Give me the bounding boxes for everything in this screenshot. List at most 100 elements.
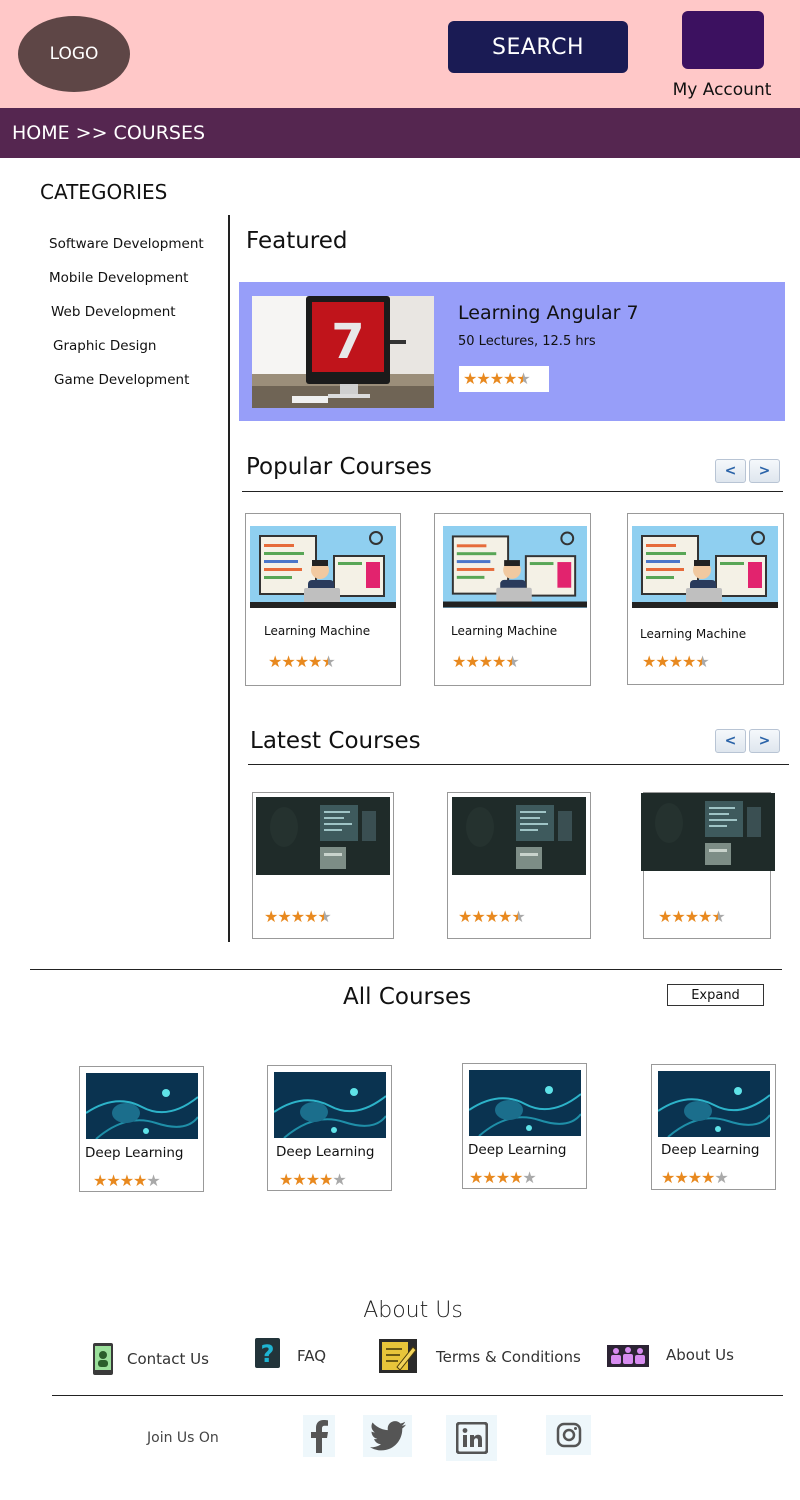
all-course-card[interactable]: Deep Learning ★ ★ ★ ★ ★ — [79, 1066, 204, 1192]
course-thumbnail — [452, 797, 586, 875]
star-rating: ★ ★ ★ ★ ★ — [452, 652, 520, 671]
category-mobile-development[interactable]: Mobile Development — [49, 268, 204, 302]
star-rating: ★ ★ ★ ★ ★ — [93, 1171, 161, 1190]
star-filled-icon: ★ — [658, 907, 672, 926]
popular-course-card[interactable]: Learning Machine ★ ★ ★ ★ ★ — [434, 513, 591, 686]
star-filled-icon: ★ — [687, 1168, 702, 1187]
star-filled-icon: ★ — [292, 1170, 306, 1189]
my-account-link[interactable]: My Account — [662, 80, 782, 100]
star-half-icon: ★ — [321, 652, 335, 671]
featured-course-card[interactable]: 7 Learning Angular 7 50 Lectures, 12.5 h… — [239, 282, 785, 421]
star-filled-icon: ★ — [458, 907, 472, 926]
featured-course-title[interactable]: Learning Angular 7 — [458, 302, 639, 324]
star-filled-icon: ★ — [661, 1168, 675, 1187]
star-filled-icon: ★ — [304, 907, 318, 926]
popular-heading: Popular Courses — [246, 454, 432, 480]
all-course-card[interactable]: Deep Learning ★ ★ ★ ★ ★ — [651, 1064, 776, 1190]
footer-link-contact-us[interactable]: Contact Us — [127, 1350, 209, 1368]
course-thumbnail — [443, 526, 587, 608]
star-filled-icon: ★ — [671, 907, 685, 926]
latest-course-card[interactable]: ★ ★ ★ ★ ★ — [641, 792, 775, 939]
latest-prev-button[interactable]: < — [715, 729, 746, 753]
footer-link-faq[interactable]: FAQ — [297, 1347, 326, 1365]
star-filled-icon: ★ — [268, 652, 282, 671]
star-half-icon: ★ — [516, 369, 530, 388]
category-web-development[interactable]: Web Development — [51, 302, 204, 336]
star-filled-icon: ★ — [682, 652, 696, 671]
course-title[interactable]: Learning Machine — [640, 627, 746, 641]
footer-link-terms[interactable]: Terms & Conditions — [436, 1348, 581, 1366]
latest-next-button[interactable]: > — [749, 729, 780, 753]
course-title[interactable]: Deep Learning — [276, 1144, 374, 1160]
featured-image-badge: 7 — [331, 314, 364, 370]
logo[interactable]: LOGO — [18, 16, 130, 92]
course-title[interactable]: Deep Learning — [85, 1145, 183, 1161]
latest-heading: Latest Courses — [250, 728, 421, 754]
course-thumbnail — [658, 1071, 770, 1137]
star-filled-icon: ★ — [294, 652, 309, 671]
featured-course-image: 7 — [252, 296, 434, 408]
star-filled-icon: ★ — [469, 1168, 483, 1187]
course-thumbnail — [469, 1070, 581, 1136]
footer-link-about-us[interactable]: About Us — [666, 1346, 734, 1364]
all-course-card[interactable]: Deep Learning ★ ★ ★ ★ ★ — [462, 1063, 587, 1189]
star-filled-icon: ★ — [277, 907, 291, 926]
search-button[interactable]: SEARCH — [448, 21, 628, 73]
instagram-icon[interactable] — [546, 1415, 591, 1455]
course-thumbnail — [250, 526, 396, 608]
category-software-development[interactable]: Software Development — [49, 234, 204, 268]
popular-prev-button[interactable]: < — [715, 459, 746, 483]
course-title[interactable]: Deep Learning — [468, 1142, 566, 1158]
star-filled-icon: ★ — [684, 907, 699, 926]
star-half-icon: ★ — [695, 652, 709, 671]
star-filled-icon: ★ — [93, 1171, 107, 1190]
star-filled-icon: ★ — [308, 652, 322, 671]
popular-next-button[interactable]: > — [749, 459, 780, 483]
course-title[interactable]: Deep Learning — [661, 1142, 759, 1158]
star-rating: ★ ★ ★ ★ ★ — [658, 907, 726, 926]
star-rating: ★ ★ ★ ★ ★ — [661, 1168, 729, 1187]
star-filled-icon: ★ — [674, 1168, 688, 1187]
question-icon: ? — [255, 1338, 280, 1372]
star-filled-icon: ★ — [478, 652, 493, 671]
star-rating: ★ ★ ★ ★ ★ — [469, 1168, 537, 1187]
category-game-development[interactable]: Game Development — [54, 370, 204, 404]
edit-document-icon — [379, 1339, 417, 1377]
popular-course-card[interactable]: Learning Machine ★ ★ ★ ★ ★ — [245, 513, 401, 686]
expand-button[interactable]: Expand — [667, 984, 764, 1006]
svg-text:?: ? — [261, 1340, 275, 1368]
star-half-icon: ★ — [505, 652, 519, 671]
star-rating: ★ ★ ★ ★ ★ — [279, 1170, 347, 1189]
star-filled-icon: ★ — [264, 907, 278, 926]
featured-course-meta: 50 Lectures, 12.5 hrs — [458, 334, 596, 349]
latest-course-card[interactable]: ★ ★ ★ ★ ★ — [252, 792, 394, 939]
star-filled-icon: ★ — [290, 907, 305, 926]
course-title[interactable]: Learning Machine — [451, 624, 557, 638]
twitter-icon[interactable] — [363, 1415, 412, 1457]
latest-course-card[interactable]: ★ ★ ★ ★ ★ — [447, 792, 591, 939]
course-title[interactable]: Learning Machine — [264, 624, 370, 638]
site-header: LOGO SEARCH My Account — [0, 0, 800, 108]
star-filled-icon: ★ — [484, 907, 499, 926]
featured-heading: Featured — [246, 228, 348, 254]
star-filled-icon: ★ — [465, 652, 479, 671]
popular-course-card[interactable]: Learning Machine ★ ★ ★ ★ ★ — [627, 513, 784, 685]
linkedin-icon[interactable] — [446, 1415, 497, 1461]
popular-divider — [242, 491, 783, 492]
star-filled-icon: ★ — [498, 907, 512, 926]
course-thumbnail — [641, 793, 775, 871]
star-filled-icon: ★ — [279, 1170, 293, 1189]
sidebar-divider — [228, 215, 230, 942]
star-half-icon: ★ — [317, 907, 331, 926]
categories-title: CATEGORIES — [40, 180, 168, 204]
facebook-icon[interactable] — [303, 1415, 335, 1457]
star-rating: ★ ★ ★ ★ ★ — [264, 907, 332, 926]
category-graphic-design[interactable]: Graphic Design — [53, 336, 204, 370]
star-filled-icon: ★ — [305, 1170, 320, 1189]
account-avatar[interactable] — [682, 11, 764, 69]
star-empty-icon: ★ — [332, 1170, 346, 1189]
team-icon — [607, 1345, 649, 1371]
all-course-card[interactable]: Deep Learning ★ ★ ★ ★ ★ — [267, 1065, 392, 1191]
contact-icon — [92, 1342, 114, 1380]
star-filled-icon: ★ — [495, 1168, 510, 1187]
